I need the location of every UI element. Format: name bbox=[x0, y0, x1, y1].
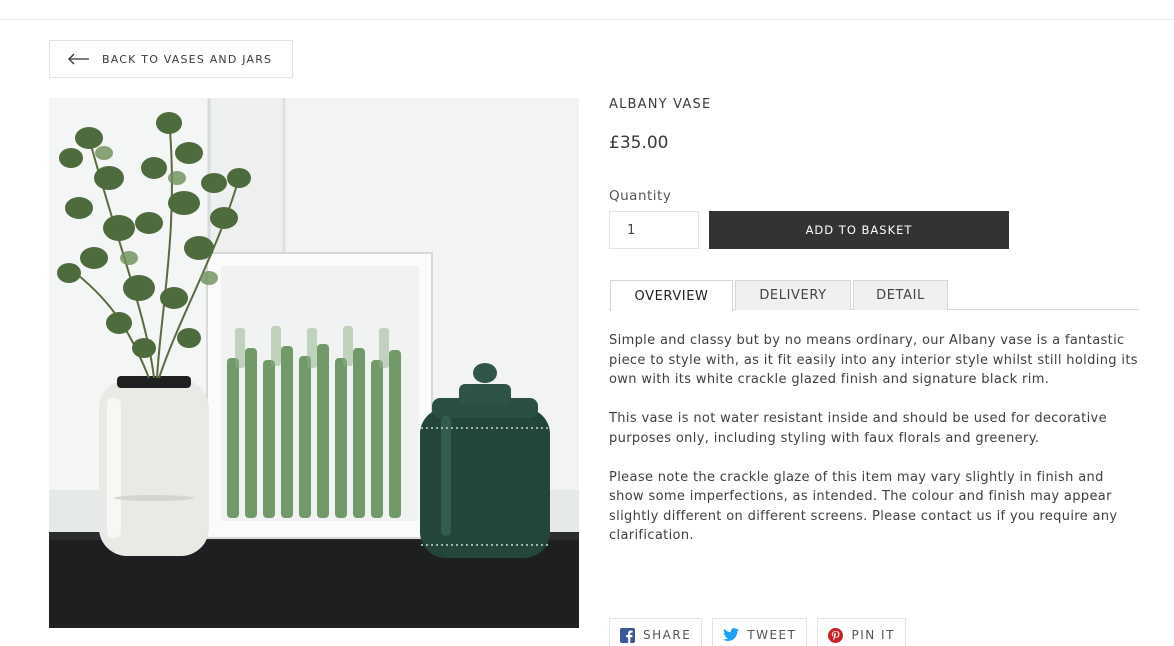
share-twitter-button[interactable]: TWEET bbox=[712, 618, 808, 646]
product-price: £35.00 bbox=[609, 133, 669, 153]
product-photo-illustration bbox=[49, 98, 579, 628]
share-pinterest-button[interactable]: PIN IT bbox=[817, 618, 906, 646]
facebook-icon bbox=[620, 627, 635, 643]
tab-overview[interactable]: OVERVIEW bbox=[610, 280, 733, 311]
description-paragraph: This vase is not water resistant inside … bbox=[609, 411, 1107, 446]
add-to-basket-button[interactable]: ADD TO BASKET bbox=[709, 211, 1009, 249]
description-paragraph: Simple and classy but by no means ordina… bbox=[609, 333, 1138, 387]
tab-delivery[interactable]: DELIVERY bbox=[735, 280, 851, 310]
back-link-label: BACK TO VASES AND JARS bbox=[102, 52, 273, 66]
product-description: Simple and classy but by no means ordina… bbox=[609, 331, 1139, 565]
share-facebook-button[interactable]: SHARE bbox=[609, 618, 703, 646]
pinterest-icon bbox=[828, 627, 844, 643]
tab-detail[interactable]: DETAIL bbox=[853, 280, 948, 310]
product-title: ALBANY VASE bbox=[609, 97, 712, 112]
back-to-collection-link[interactable]: BACK TO VASES AND JARS bbox=[49, 40, 293, 78]
twitter-icon bbox=[723, 628, 740, 641]
quantity-input[interactable] bbox=[609, 211, 699, 249]
header-divider bbox=[0, 19, 1174, 20]
product-tabs: OVERVIEW DELIVERY DETAIL bbox=[609, 280, 1139, 311]
social-share: SHARE TWEET PIN IT bbox=[609, 618, 906, 646]
left-arrow-icon bbox=[68, 53, 89, 65]
share-label: TWEET bbox=[747, 628, 797, 642]
share-label: PIN IT bbox=[851, 628, 895, 642]
share-label: SHARE bbox=[643, 628, 692, 642]
product-image[interactable] bbox=[49, 98, 579, 628]
quantity-label: Quantity bbox=[609, 188, 672, 204]
description-paragraph: Please note the crackle glaze of this it… bbox=[609, 469, 1118, 544]
